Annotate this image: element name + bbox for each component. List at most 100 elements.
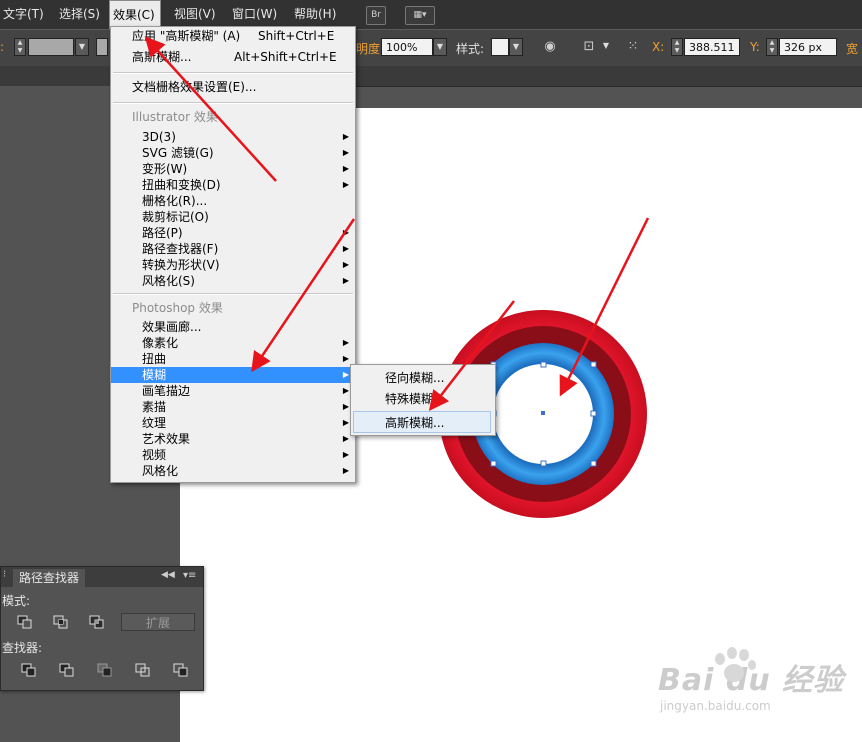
pathfinders-label: 查找器: — [2, 641, 43, 655]
stroke-weight-spinner[interactable]: ▲ ▼ — [14, 38, 26, 56]
last-effect-shortcut: Alt+Shift+Ctrl+E — [234, 50, 337, 64]
menu-type[interactable]: 文字(T) — [0, 0, 47, 29]
photoshop-effects-header: Photoshop 效果 — [132, 301, 223, 315]
menu-separator — [113, 72, 353, 74]
style-label: 样式: — [456, 42, 485, 56]
submenu-item-smart-blur[interactable]: 特殊模糊... — [351, 388, 495, 410]
collapse-panel-icon[interactable]: ◀◀ — [161, 570, 175, 580]
y-field[interactable]: 326 px — [779, 38, 837, 56]
menu-item-svg-filters[interactable]: SVG 滤镜(G) ▶ — [111, 145, 355, 161]
intersect-icon[interactable] — [53, 615, 69, 629]
submenu-arrow-icon: ▶ — [342, 148, 349, 157]
variable-width-field[interactable] — [96, 38, 108, 56]
watermark-url: jingyan.baidu.com — [660, 699, 771, 713]
submenu-item-gaussian-blur[interactable]: 高斯模糊... — [353, 411, 491, 433]
width-label: 宽 — [846, 42, 859, 56]
menu-item-brush-strokes[interactable]: 画笔描边 ▶ — [111, 383, 355, 399]
menu-item-blur[interactable]: 模糊 ▶ — [111, 367, 355, 383]
menu-item-document-raster-settings[interactable]: 文档栅格效果设置(E)... — [111, 79, 355, 95]
merge-icon[interactable] — [97, 663, 113, 677]
menu-separator — [113, 293, 353, 295]
minus-front-icon[interactable] — [17, 615, 33, 629]
align-dropdown[interactable]: ▼ — [599, 38, 613, 56]
menu-view[interactable]: 视图(V) — [171, 0, 219, 29]
document-raster-label: 文档栅格效果设置(E)... — [132, 80, 257, 94]
submenu-arrow-icon: ▶ — [342, 434, 349, 443]
x-spinner[interactable]: ▲ ▼ — [671, 38, 683, 56]
stroke-weight-field[interactable] — [28, 38, 74, 56]
menu-item-stylize-ps[interactable]: 风格化 ▶ — [111, 463, 355, 479]
menu-item-apply-last[interactable]: 应用 "高斯模糊" (A) Shift+Ctrl+E — [111, 28, 355, 44]
illustrator-effects-header: Illustrator 效果 — [132, 110, 218, 124]
divide-icon[interactable] — [21, 663, 37, 677]
trim-icon[interactable] — [59, 663, 75, 677]
submenu-item-radial-blur[interactable]: 径向模糊... — [351, 367, 495, 389]
menu-item-convert-to-shape[interactable]: 转换为形状(V) ▶ — [111, 257, 355, 273]
menu-item-pathfinder[interactable]: 路径查找器(F) ▶ — [111, 241, 355, 257]
menu-bar: 文字(T) 选择(S) 效果(C) 视图(V) 窗口(W) 帮助(H) Br ▦… — [0, 0, 862, 29]
apply-last-label: 应用 "高斯模糊" (A) — [132, 29, 241, 43]
stroke-weight-dropdown[interactable]: ▼ — [75, 38, 89, 56]
menu-item-warp[interactable]: 变形(W) ▶ — [111, 161, 355, 177]
menu-item-rasterize[interactable]: 栅格化(R)... — [111, 193, 355, 209]
workspace-switcher-icon[interactable]: ▦▾ — [405, 6, 435, 25]
bridge-button[interactable]: Br — [366, 6, 386, 25]
menu-item-effect-gallery[interactable]: 效果画廊... — [111, 319, 355, 335]
menu-item-path[interactable]: 路径(P) ▶ — [111, 225, 355, 241]
menu-item-distort-transform[interactable]: 扭曲和变换(D) ▶ — [111, 177, 355, 193]
last-effect-label: 高斯模糊... — [132, 50, 192, 64]
center-point — [541, 411, 545, 415]
align-to-selection-icon[interactable]: ⊡ — [580, 38, 598, 56]
crop-icon[interactable] — [135, 663, 151, 677]
reference-point-icon[interactable]: ⁙ — [624, 38, 642, 56]
menu-item-crop-marks[interactable]: 裁剪标记(O) — [111, 209, 355, 225]
menu-item-stylize-ai[interactable]: 风格化(S) ▶ — [111, 273, 355, 289]
submenu-arrow-icon: ▶ — [342, 466, 349, 475]
graphic-style-swatch[interactable] — [491, 38, 509, 56]
opacity-label: 明度: — [356, 42, 385, 56]
baidu-watermark: Bai du 经验 jingyan.baidu.com — [658, 647, 844, 713]
blur-submenu: 径向模糊... 特殊模糊... 高斯模糊... — [350, 364, 496, 436]
panel-grip-icon[interactable]: ⁝ — [3, 569, 6, 580]
menu-item-sketch[interactable]: 素描 ▶ — [111, 399, 355, 415]
menu-window[interactable]: 窗口(W) — [229, 0, 280, 29]
submenu-arrow-icon: ▶ — [342, 370, 349, 379]
menu-select[interactable]: 选择(S) — [56, 0, 103, 29]
expand-button[interactable]: 扩展 — [121, 613, 195, 631]
shape-modes-label: 模式: — [2, 594, 31, 608]
menu-item-distort[interactable]: 扭曲 ▶ — [111, 351, 355, 367]
opacity-dropdown[interactable]: ▼ — [433, 38, 447, 56]
menu-item-last-effect[interactable]: 高斯模糊... Alt+Shift+Ctrl+E — [111, 49, 355, 65]
submenu-arrow-icon: ▶ — [342, 276, 349, 285]
menu-item-texture[interactable]: 纹理 ▶ — [111, 415, 355, 431]
menu-item-pixelate[interactable]: 像素化 ▶ — [111, 335, 355, 351]
recolor-artwork-icon[interactable]: ◉ — [541, 38, 559, 56]
y-spinner[interactable]: ▲ ▼ — [766, 38, 778, 56]
effect-menu: 应用 "高斯模糊" (A) Shift+Ctrl+E 高斯模糊... Alt+S… — [110, 26, 356, 483]
menu-help[interactable]: 帮助(H) — [291, 0, 339, 29]
opacity-field[interactable]: 100% — [381, 38, 433, 56]
submenu-arrow-icon: ▶ — [342, 418, 349, 427]
submenu-arrow-icon: ▶ — [342, 180, 349, 189]
menu-effect[interactable]: 效果(C) — [109, 0, 161, 29]
submenu-arrow-icon: ▶ — [342, 228, 349, 237]
x-label: X: — [652, 40, 665, 54]
exclude-icon[interactable] — [89, 615, 105, 629]
menu-separator — [113, 102, 353, 104]
submenu-arrow-icon: ▶ — [342, 244, 349, 253]
submenu-arrow-icon: ▶ — [342, 402, 349, 411]
menu-item-artistic[interactable]: 艺术效果 ▶ — [111, 431, 355, 447]
outline-icon[interactable] — [173, 663, 189, 677]
apply-last-shortcut: Shift+Ctrl+E — [258, 29, 335, 43]
submenu-arrow-icon: ▶ — [342, 338, 349, 347]
toolbar-cut-label: : — [0, 40, 5, 54]
x-field[interactable]: 388.511 — [684, 38, 740, 56]
panel-menu-icon[interactable]: ▾≡ — [183, 570, 196, 581]
graphic-style-dropdown[interactable]: ▼ — [509, 38, 523, 56]
submenu-arrow-icon: ▶ — [342, 164, 349, 173]
menu-item-3d[interactable]: 3D(3) ▶ — [111, 129, 355, 145]
submenu-arrow-icon: ▶ — [342, 132, 349, 141]
submenu-arrow-icon: ▶ — [342, 354, 349, 363]
menu-item-video[interactable]: 视频 ▶ — [111, 447, 355, 463]
tab-pathfinder[interactable]: 路径查找器 — [13, 569, 86, 587]
